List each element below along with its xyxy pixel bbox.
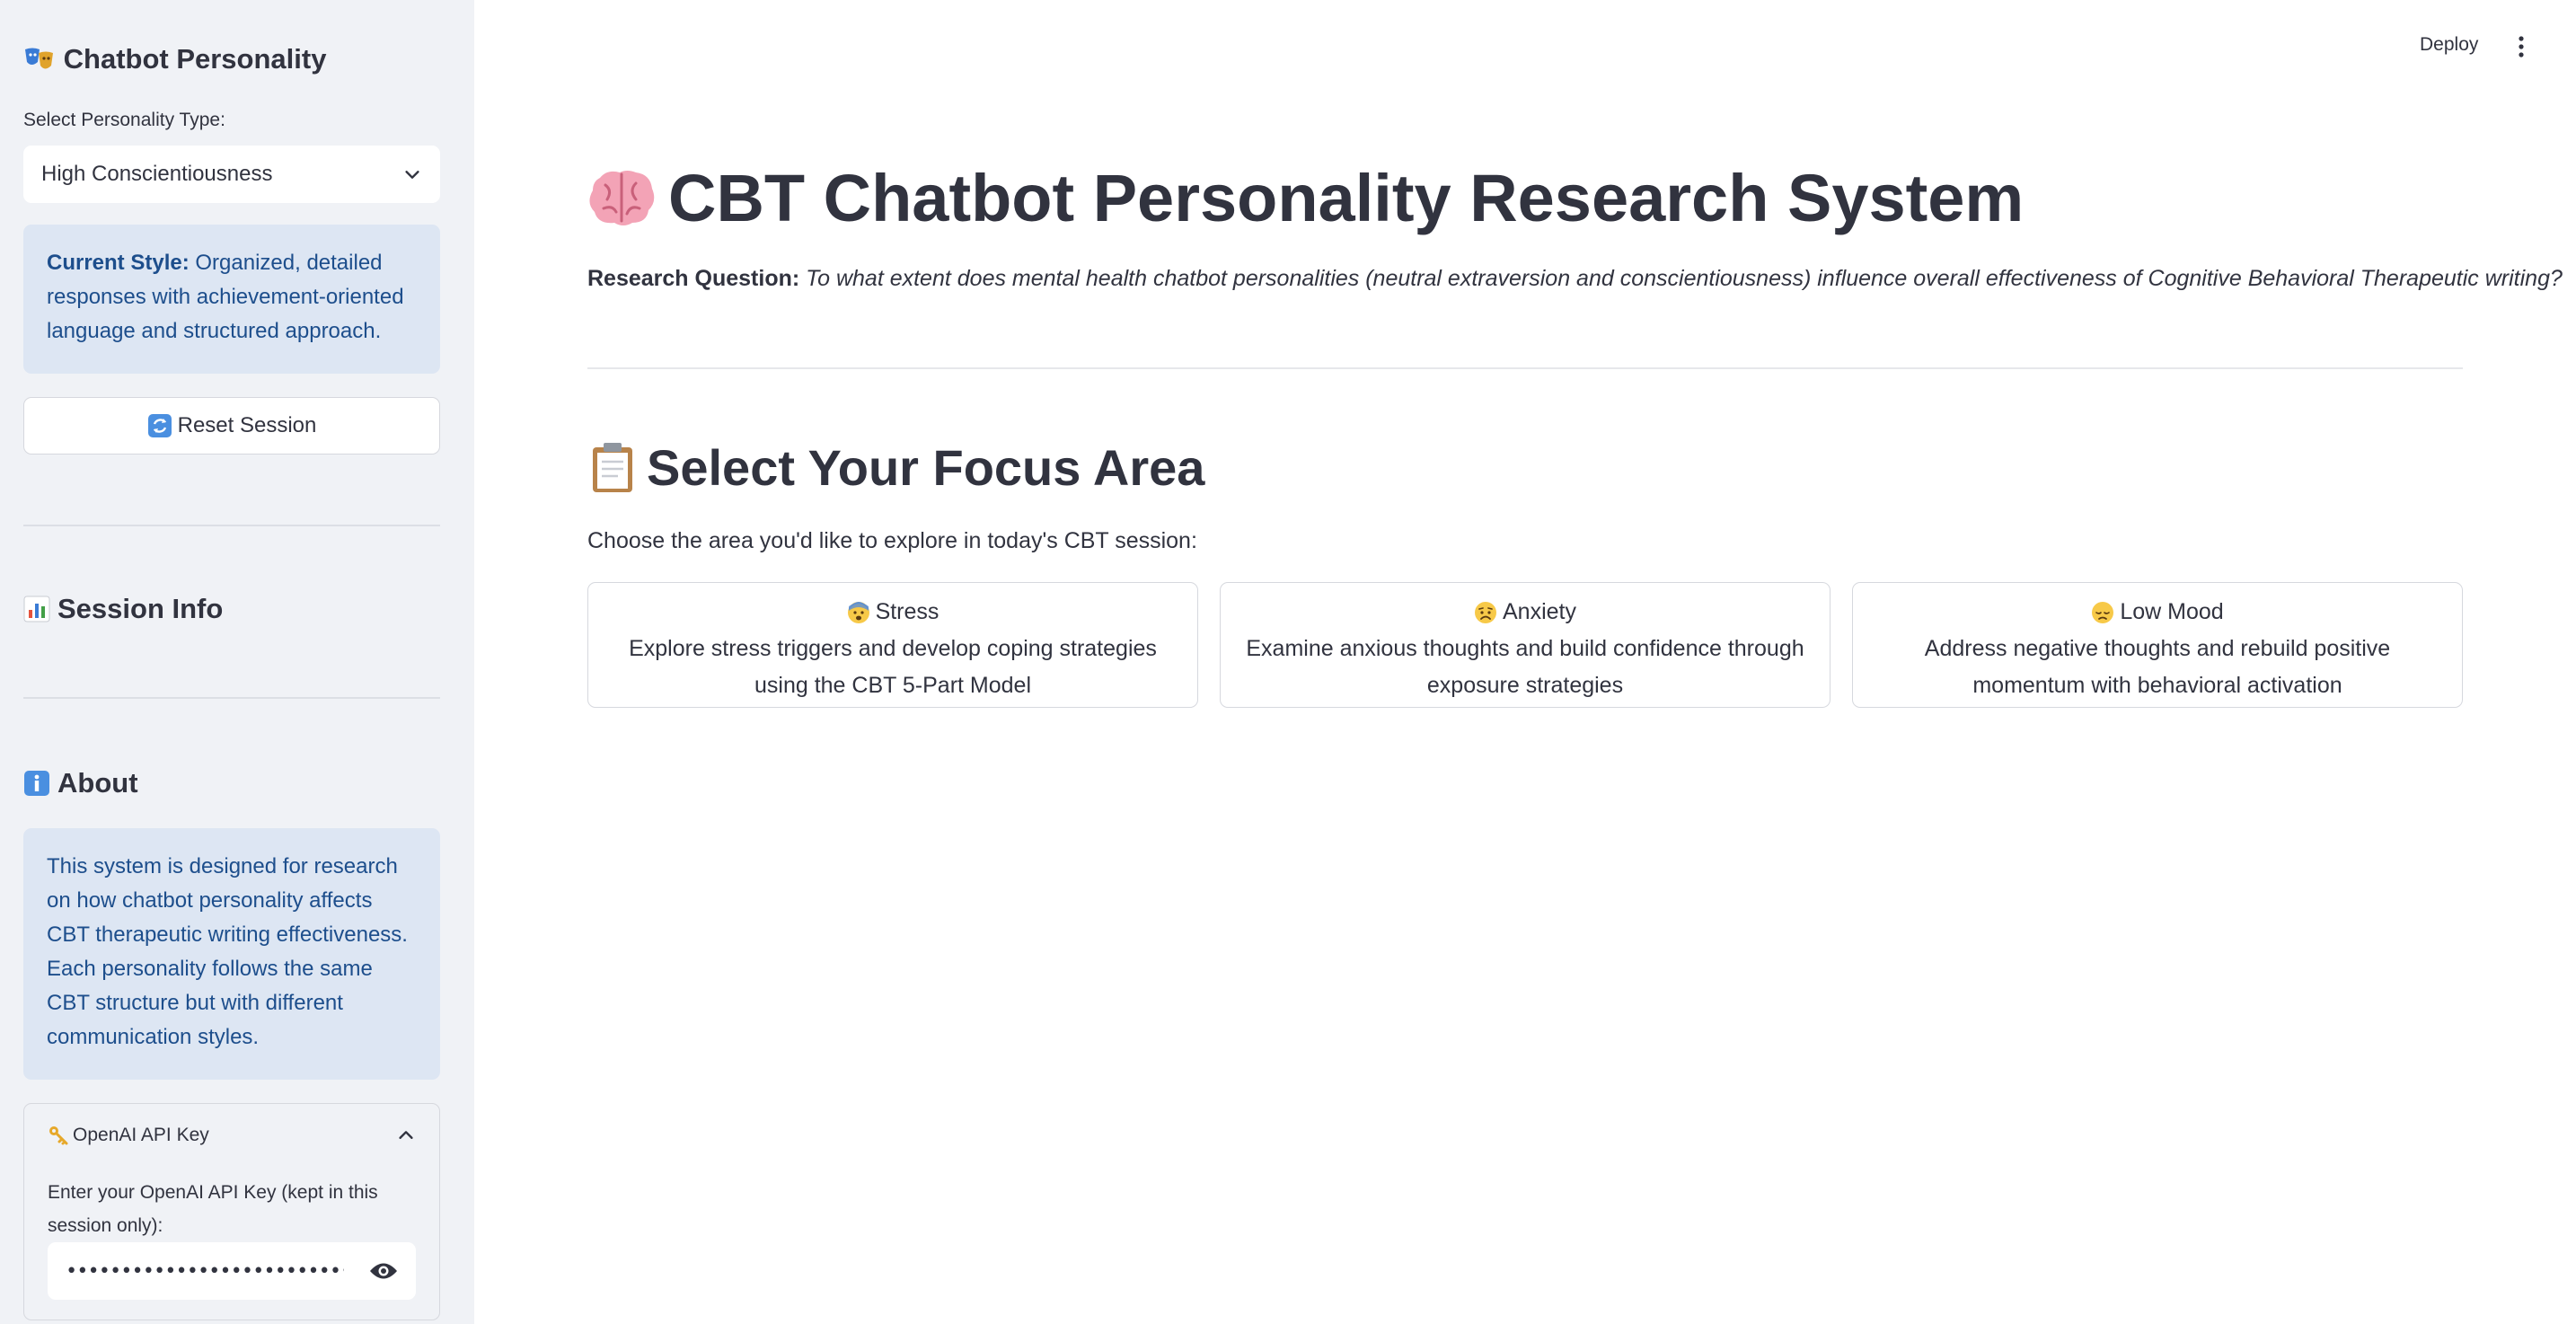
personality-select-value: High Conscientiousness xyxy=(41,162,273,186)
about-heading: About xyxy=(23,767,138,799)
focus-card-title-row: Low Mood xyxy=(1871,594,2444,631)
focus-card-stress[interactable]: Stress Explore stress triggers and devel… xyxy=(587,582,1198,708)
focus-card-description: Address negative thoughts and rebuild po… xyxy=(1924,636,2391,698)
session-info-heading: Session Info xyxy=(23,593,223,625)
session-info-title: Session Info xyxy=(57,593,224,624)
sidebar: Chatbot Personality Select Personality T… xyxy=(0,0,474,1324)
chevron-up-icon xyxy=(399,1131,413,1139)
focus-card-title: Stress xyxy=(875,599,940,624)
page-title-text: CBT Chatbot Personality Research System xyxy=(668,161,2025,235)
personality-select-label: Select Personality Type: xyxy=(23,110,225,130)
info-icon xyxy=(24,771,49,796)
anxious-face-icon xyxy=(847,601,869,623)
main-divider xyxy=(587,367,2463,369)
research-question-text: To what extent does mental health chatbo… xyxy=(799,266,2563,291)
sidebar-divider xyxy=(23,697,440,699)
about-alert: This system is designed for research on … xyxy=(23,828,440,1080)
bar-chart-icon xyxy=(23,596,50,622)
pensive-face-icon xyxy=(2092,601,2114,623)
api-key-expander-title: OpenAI API Key xyxy=(73,1125,209,1145)
focus-card-description: Explore stress triggers and develop copi… xyxy=(629,636,1157,698)
page-title: CBT Chatbot Personality Research System xyxy=(587,160,2024,236)
api-key-expander: OpenAI API Key Enter your OpenAI API Key… xyxy=(23,1103,440,1320)
research-question-label: Research Question: xyxy=(587,266,800,291)
research-question: Research Question: To what extent does m… xyxy=(587,266,2563,292)
focus-area-cards: Stress Explore stress triggers and devel… xyxy=(587,582,2463,708)
sidebar-title: Chatbot Personality xyxy=(23,43,326,76)
sidebar-divider xyxy=(23,525,440,526)
focus-card-title: Low Mood xyxy=(2120,599,2224,624)
brain-icon xyxy=(589,170,655,225)
focus-card-low-mood[interactable]: Low Mood Address negative thoughts and r… xyxy=(1852,582,2463,708)
focus-card-title-row: Anxiety xyxy=(1239,594,1812,631)
current-style-label: Current Style: xyxy=(47,251,190,275)
deploy-button[interactable]: Deploy xyxy=(2413,31,2485,59)
chevron-down-icon xyxy=(405,171,419,179)
focus-card-description: Examine anxious thoughts and build confi… xyxy=(1246,636,1804,698)
api-key-expander-title-wrap: OpenAI API Key xyxy=(48,1125,209,1146)
clipboard-icon xyxy=(593,442,632,492)
about-title: About xyxy=(57,767,138,799)
focus-card-title-row: Stress xyxy=(606,594,1179,631)
focus-area-title: Select Your Focus Area xyxy=(647,439,1205,496)
api-key-input[interactable] xyxy=(66,1259,344,1283)
sidebar-title-text: Chatbot Personality xyxy=(63,43,327,75)
reset-session-button[interactable]: Reset Session xyxy=(23,397,440,455)
eye-icon[interactable] xyxy=(369,1261,398,1281)
api-key-expander-header[interactable]: OpenAI API Key xyxy=(24,1104,439,1167)
theater-masks-icon xyxy=(25,48,53,69)
focus-card-anxiety[interactable]: Anxiety Examine anxious thoughts and bui… xyxy=(1220,582,1831,708)
key-icon xyxy=(49,1126,68,1145)
focus-card-title: Anxiety xyxy=(1503,599,1576,624)
api-key-label: Enter your OpenAI API Key (kept in this … xyxy=(48,1182,378,1236)
focus-area-prompt: Choose the area you'd like to explore in… xyxy=(587,528,1197,553)
refresh-icon xyxy=(147,414,172,437)
main-area: Deploy CBT Chatbot Personality Research … xyxy=(474,0,2576,1324)
reset-session-label: Reset Session xyxy=(177,413,317,437)
focus-area-heading: Select Your Focus Area xyxy=(587,438,1204,497)
worried-face-icon xyxy=(1475,601,1496,623)
personality-select[interactable]: High Conscientiousness xyxy=(23,146,440,203)
current-style-alert: Current Style: Organized, detailed respo… xyxy=(23,225,440,374)
about-text: This system is designed for research on … xyxy=(47,854,408,1049)
app-root: Chatbot Personality Select Personality T… xyxy=(0,0,2576,1324)
kebab-menu-icon[interactable] xyxy=(2513,32,2529,61)
api-key-field xyxy=(48,1242,416,1300)
